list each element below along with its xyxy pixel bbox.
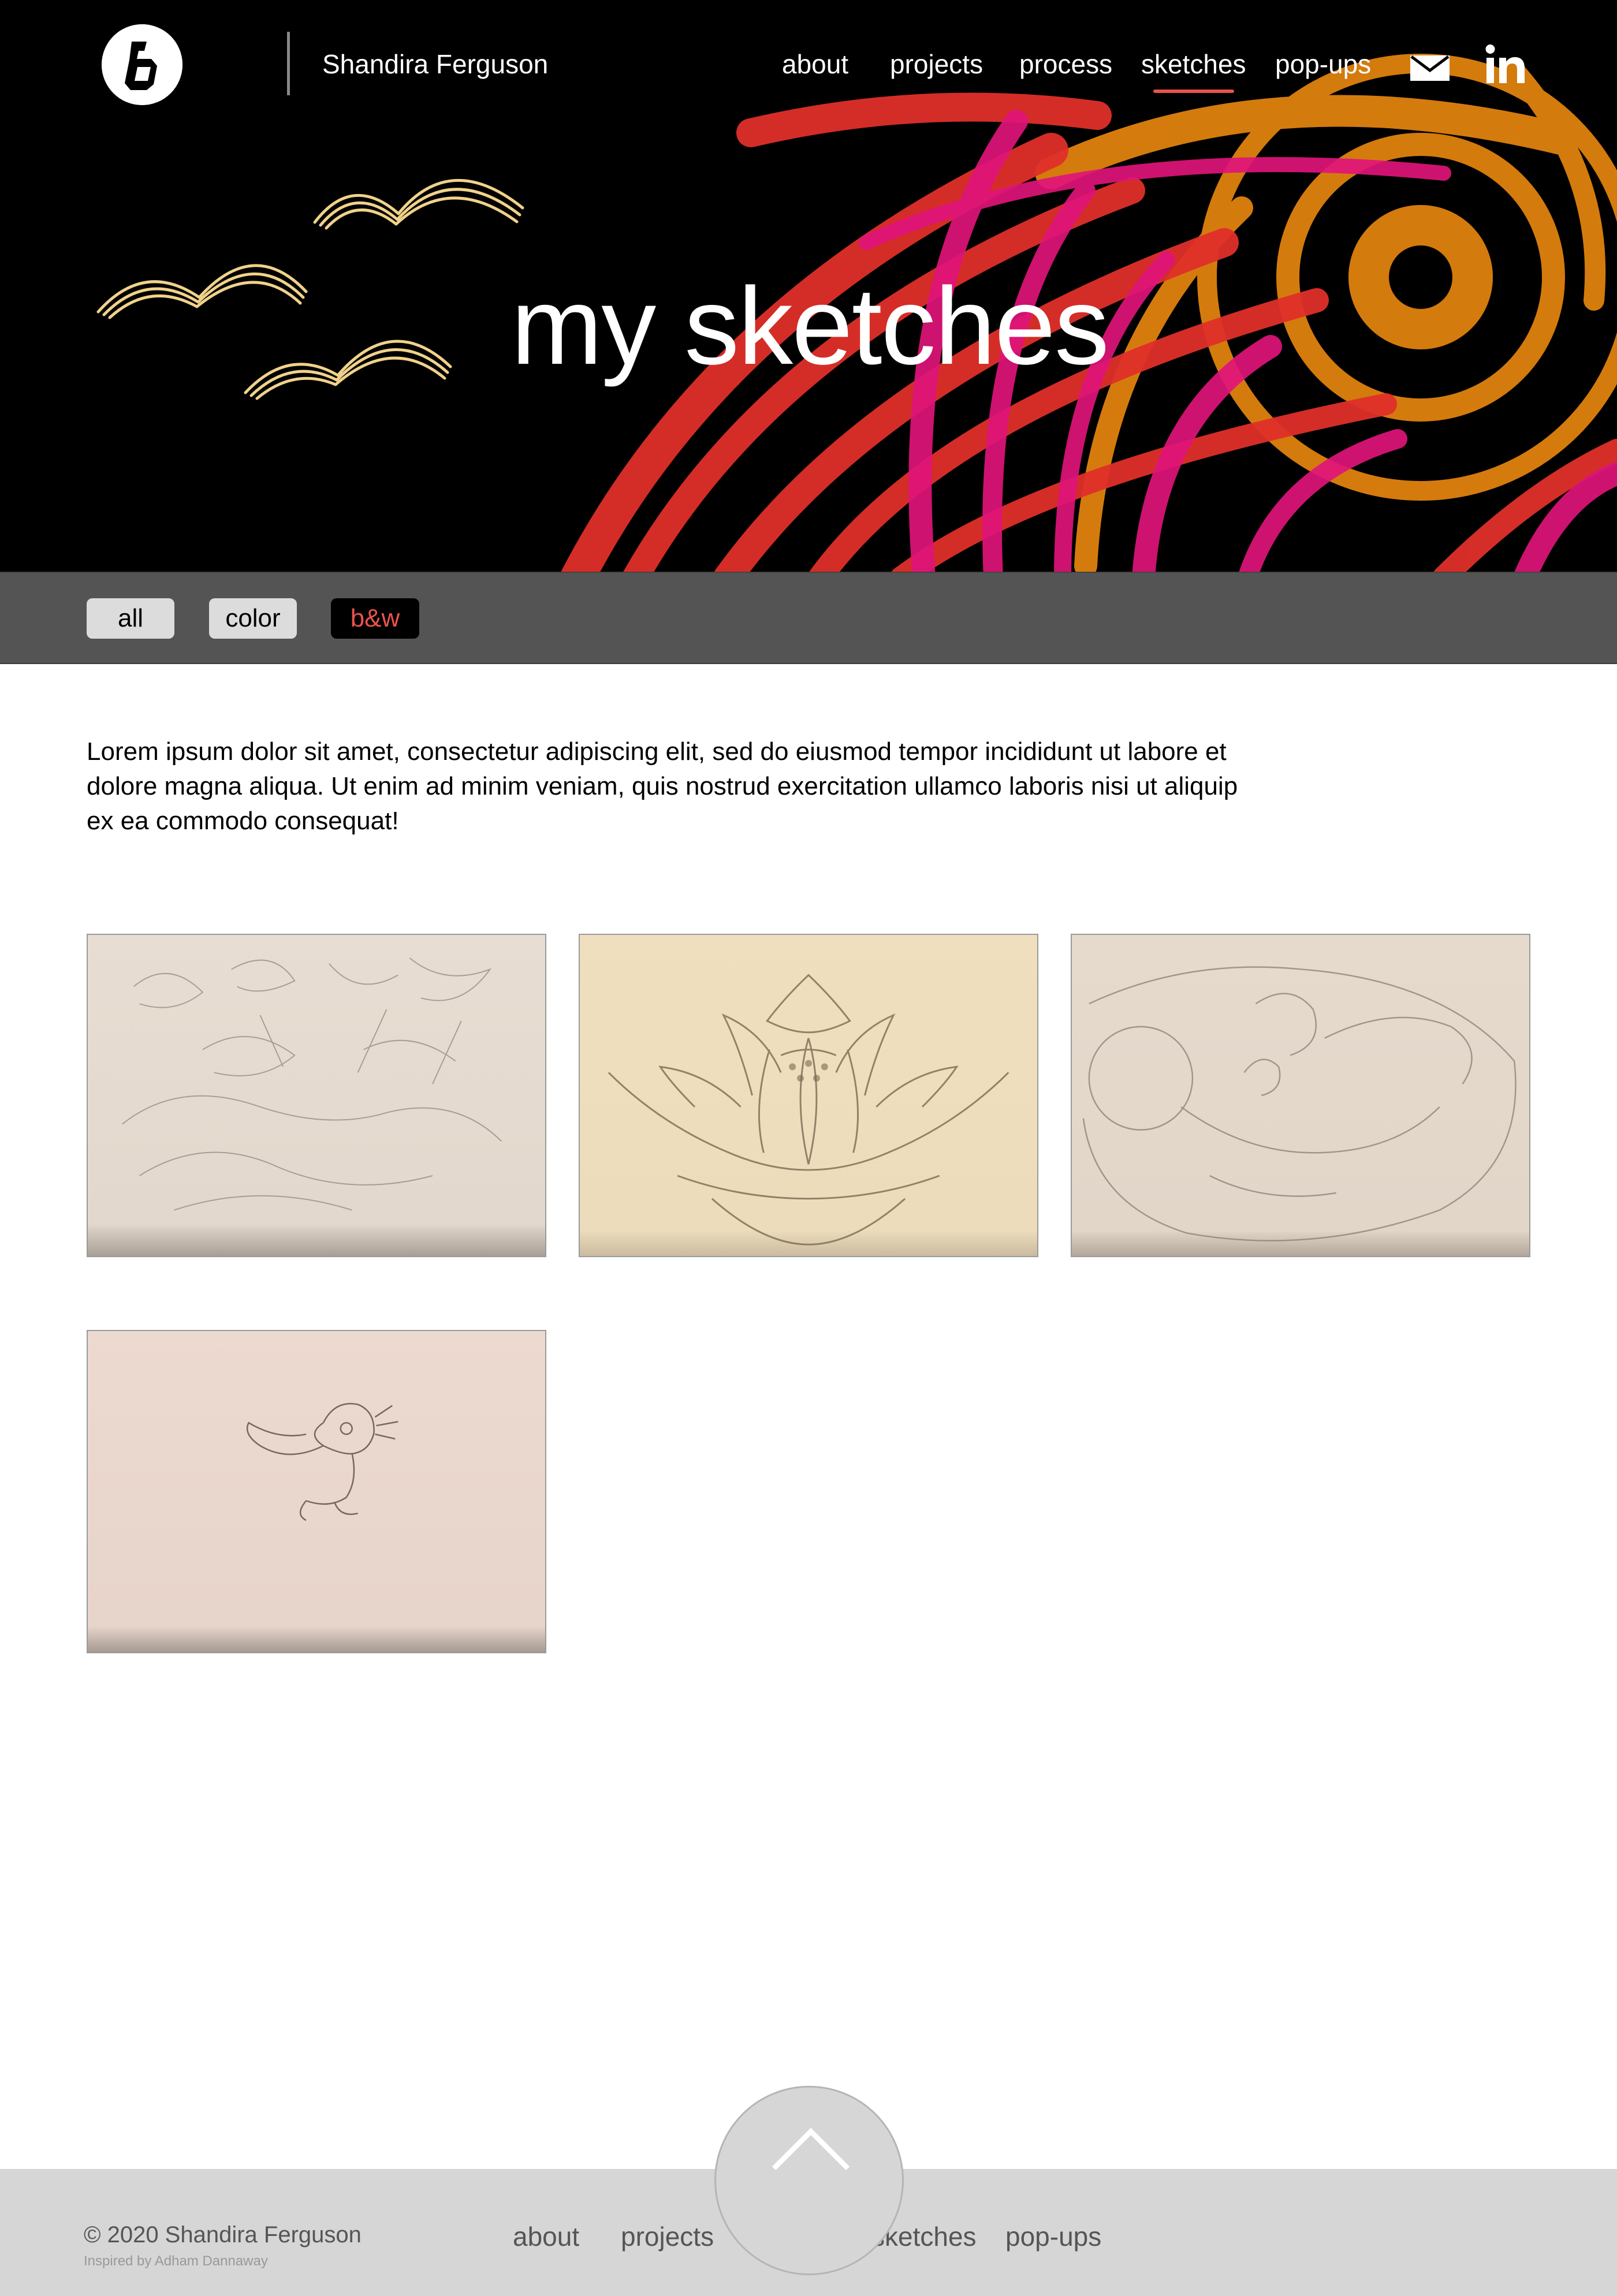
nav-projects[interactable]: projects bbox=[890, 49, 983, 80]
site-name[interactable]: Shandira Ferguson bbox=[322, 49, 548, 80]
linkedin-icon[interactable] bbox=[1485, 44, 1526, 84]
nav-about[interactable]: about bbox=[782, 49, 848, 80]
filter-bw-button[interactable]: b&w bbox=[331, 598, 419, 639]
sketch-thumbnail-floral[interactable] bbox=[87, 934, 546, 1257]
mail-icon[interactable] bbox=[1410, 55, 1450, 81]
page-title: my sketches bbox=[511, 265, 1109, 387]
sketch-image bbox=[88, 935, 545, 1256]
footer-nav-pop-ups[interactable]: pop-ups bbox=[1005, 2221, 1101, 2252]
footer-nav-about[interactable]: about bbox=[513, 2221, 579, 2252]
nav-sketches[interactable]: sketches bbox=[1141, 49, 1246, 80]
chevron-up-icon bbox=[772, 2127, 850, 2171]
nav-process[interactable]: process bbox=[1019, 49, 1112, 80]
nav-pop-ups[interactable]: pop-ups bbox=[1275, 49, 1371, 80]
credit-line: Inspired by Adham Dannaway bbox=[84, 2253, 268, 2269]
sketch-thumbnail-lotus[interactable] bbox=[579, 934, 1038, 1257]
hero-banner: Shandira Ferguson about projects process… bbox=[0, 0, 1617, 573]
filter-all-button[interactable]: all bbox=[87, 598, 174, 639]
filter-bar: all color b&w bbox=[0, 573, 1617, 664]
sketch-image bbox=[580, 935, 1037, 1256]
sketch-image bbox=[88, 1331, 545, 1652]
filter-color-button[interactable]: color bbox=[209, 598, 297, 639]
sketch-thumbnail-creature[interactable] bbox=[87, 1330, 546, 1653]
copyright: © 2020 Shandira Ferguson bbox=[84, 2222, 362, 2247]
site-logo[interactable] bbox=[102, 24, 182, 105]
active-nav-indicator bbox=[1153, 90, 1234, 93]
intro-text: Lorem ipsum dolor sit amet, consectetur … bbox=[87, 737, 1238, 835]
sketch-thumbnail-sleeping-baby[interactable] bbox=[1071, 934, 1530, 1257]
footer-nav-projects[interactable]: projects bbox=[621, 2221, 714, 2252]
header-divider bbox=[287, 32, 290, 95]
back-to-top-button[interactable] bbox=[714, 2086, 904, 2275]
sketch-image bbox=[1072, 935, 1529, 1256]
logo-icon bbox=[102, 24, 182, 105]
